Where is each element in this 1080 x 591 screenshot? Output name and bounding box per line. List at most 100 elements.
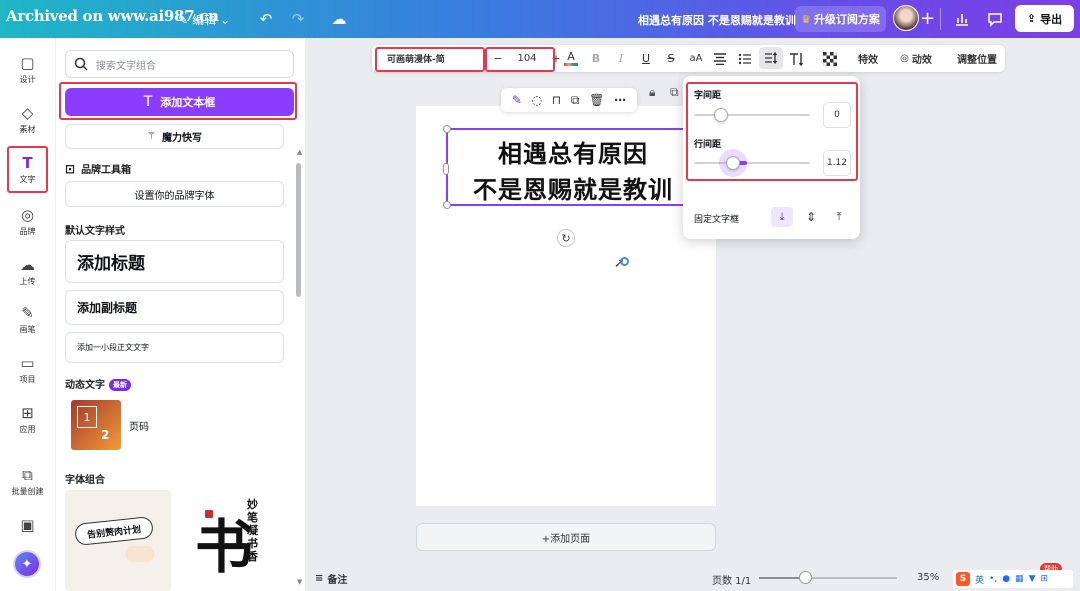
panel-scrollbar[interactable] [296, 163, 301, 297]
ime-language[interactable]: 英 [975, 573, 984, 586]
add-heading-button[interactable]: 添加标题 [65, 240, 284, 283]
spacing-icon[interactable] [759, 47, 783, 69]
comment-icon[interactable] [985, 9, 1005, 29]
scroll-up-arrow[interactable]: ▲ [297, 148, 302, 156]
rail-item-elements[interactable]: ◇ 素材 [0, 104, 55, 135]
menu-grid-icon[interactable]: ⊞ [1040, 574, 1048, 584]
rail-item-projects[interactable]: ▭ 项目 [0, 354, 55, 385]
position-button[interactable]: 调整位置 [952, 45, 1002, 72]
strikethrough-icon[interactable]: S [660, 45, 682, 72]
italic-icon[interactable]: I [610, 45, 632, 72]
insights-chart-icon[interactable] [952, 9, 972, 29]
anchor-middle-icon[interactable]: ⇕ [800, 207, 822, 227]
rail-label: 设计 [19, 75, 36, 84]
resize-handle[interactable] [443, 201, 451, 209]
canvas-text-line-1: 相遇总有原因 [498, 139, 648, 168]
resize-handle[interactable] [443, 163, 449, 175]
anchor-bottom-icon[interactable]: ⤒ [828, 207, 850, 227]
animate-button[interactable]: ◎ 动效 [894, 45, 938, 72]
duplicate-page-icon[interactable]: ⧉ [670, 85, 679, 100]
magic-write-button[interactable]: ⚚ 魔力快写 [65, 124, 284, 149]
zoom-knob[interactable] [799, 571, 812, 584]
search-input[interactable]: 搜索文字组合 [65, 50, 294, 78]
upgrade-button[interactable]: ♛ 升级订阅方案 [795, 6, 886, 32]
default-styles-heading: 默认文字样式 [65, 226, 125, 237]
font-family-select[interactable]: 可画萌漫体-简 [379, 45, 482, 72]
selected-text-element[interactable]: 相遇总有原因 不是恩赐就是教训 [443, 125, 696, 209]
font-combo-card[interactable]: 书 妙笔凝书香 [177, 490, 284, 591]
rotate-icon[interactable]: ↻ [557, 229, 575, 247]
line-spacing-knob[interactable] [726, 156, 740, 170]
rail-item-more[interactable]: ▣ [0, 516, 55, 534]
font-size-input[interactable]: 104 [509, 45, 545, 72]
line-spacing-input[interactable]: 1.12 [823, 150, 851, 176]
font-combo-card[interactable]: 告别赘肉计划 [65, 490, 171, 591]
redo-icon[interactable]: ↷ [288, 9, 308, 29]
add-collaborator-icon[interactable]: + [920, 8, 935, 29]
resize-handle[interactable] [443, 125, 451, 133]
magic-assistant-icon[interactable]: ✦ [13, 550, 41, 578]
export-label: 导出 [1040, 12, 1063, 26]
canvas-text-line-2: 不是恩赐就是教训 [473, 175, 673, 204]
keyboard-icon[interactable]: ▦ [1015, 574, 1024, 584]
letter-spacing-input[interactable]: 0 [823, 102, 851, 128]
rail-item-upload[interactable]: ☁ 上传 [0, 256, 55, 287]
rail-item-text[interactable]: T 文字 [0, 154, 55, 185]
text-color-icon[interactable]: A [560, 45, 582, 72]
add-textbox-label: 添加文本框 [160, 96, 216, 109]
add-textbox-button[interactable]: T 添加文本框 [65, 88, 294, 116]
avatar[interactable] [893, 5, 919, 31]
add-page-button[interactable]: +添加页面 [416, 523, 716, 551]
transparency-icon[interactable] [819, 45, 841, 72]
zoom-level[interactable]: 35% [917, 572, 939, 583]
magic-edit-icon[interactable]: ✎ [512, 93, 522, 107]
underline-icon[interactable]: U [635, 45, 657, 72]
scroll-down-arrow[interactable]: ▼ [297, 578, 302, 586]
ime-toolbar: S 英 •, ● ▦ ▼ ⊞ [953, 570, 1073, 588]
case-icon[interactable]: aA [685, 45, 707, 72]
vertical-text-icon[interactable] [786, 45, 808, 72]
punctuation-icon[interactable]: •, [989, 574, 997, 584]
line-spacing-slider[interactable] [694, 162, 810, 164]
rail-item-apps[interactable]: ⊞ 应用 [0, 404, 55, 435]
duplicate-icon[interactable]: ⧉ [571, 93, 580, 108]
list-icon[interactable] [734, 45, 756, 72]
rail-item-design[interactable]: ▢ 设计 [0, 54, 55, 85]
microphone-icon[interactable]: ● [1002, 574, 1010, 584]
document-title[interactable]: 相遇总有原因 不是恩赐就是教训 [638, 12, 796, 28]
page-count[interactable]: 页数 1/1 [712, 572, 751, 587]
comment-plus-icon[interactable]: ◌ [532, 93, 542, 107]
pencil-icon: ✎ [178, 12, 189, 27]
brand-font-button[interactable]: 设置你的品牌字体 [65, 181, 284, 207]
shirt-icon[interactable]: ▼ [1029, 574, 1036, 584]
add-subheading-button[interactable]: 添加副标题 [65, 290, 284, 325]
edit-menu[interactable]: ✎ 编辑 ⌄ [178, 11, 230, 28]
bold-icon[interactable]: B [585, 45, 607, 72]
letter-spacing-slider[interactable] [694, 114, 810, 116]
sogou-icon[interactable]: S [956, 572, 970, 586]
rail-item-bulk-create[interactable]: ⧉ 批量创建 [0, 466, 55, 497]
font-size-minus[interactable]: − [487, 45, 509, 72]
rail-item-draw[interactable]: ✎ 画笔 [0, 304, 55, 335]
add-body-label: 添加一小段正文文字 [77, 343, 149, 352]
undo-icon[interactable]: ↶ [256, 9, 276, 29]
notes-button[interactable]: ≡ 备注 [315, 571, 347, 586]
align-center-icon[interactable] [709, 45, 731, 72]
cloud-save-icon[interactable]: ☁ [329, 9, 349, 29]
page-number-card[interactable]: 1 2 页码 [65, 396, 284, 456]
letter-spacing-knob[interactable] [714, 108, 728, 122]
magic-wand-icon: ⚚ [147, 131, 156, 142]
spacing-popover: 字间距 0 行间距 1.12 固定文字框 ⤓ ⇕ ⤒ [683, 76, 860, 239]
lock-icon[interactable]: 🔒︎ [649, 85, 655, 100]
add-body-button[interactable]: 添加一小段正文文字 [65, 332, 284, 363]
upload-cloud-icon: ☁ [20, 256, 35, 274]
delete-icon[interactable]: 🗑︎ [589, 93, 604, 107]
more-icon[interactable]: ⋯ [614, 93, 626, 107]
lock-element-icon[interactable]: ⊓ [552, 93, 561, 107]
rail-item-brand[interactable]: ◎ 品牌 [0, 206, 55, 237]
upgrade-label: 升级订阅方案 [813, 13, 880, 26]
apps-icon: ⊞ [21, 404, 34, 422]
export-button[interactable]: ⇪ 导出 [1015, 5, 1074, 32]
anchor-top-icon[interactable]: ⤓ [771, 207, 793, 227]
effects-button[interactable]: 特效 [852, 45, 884, 72]
